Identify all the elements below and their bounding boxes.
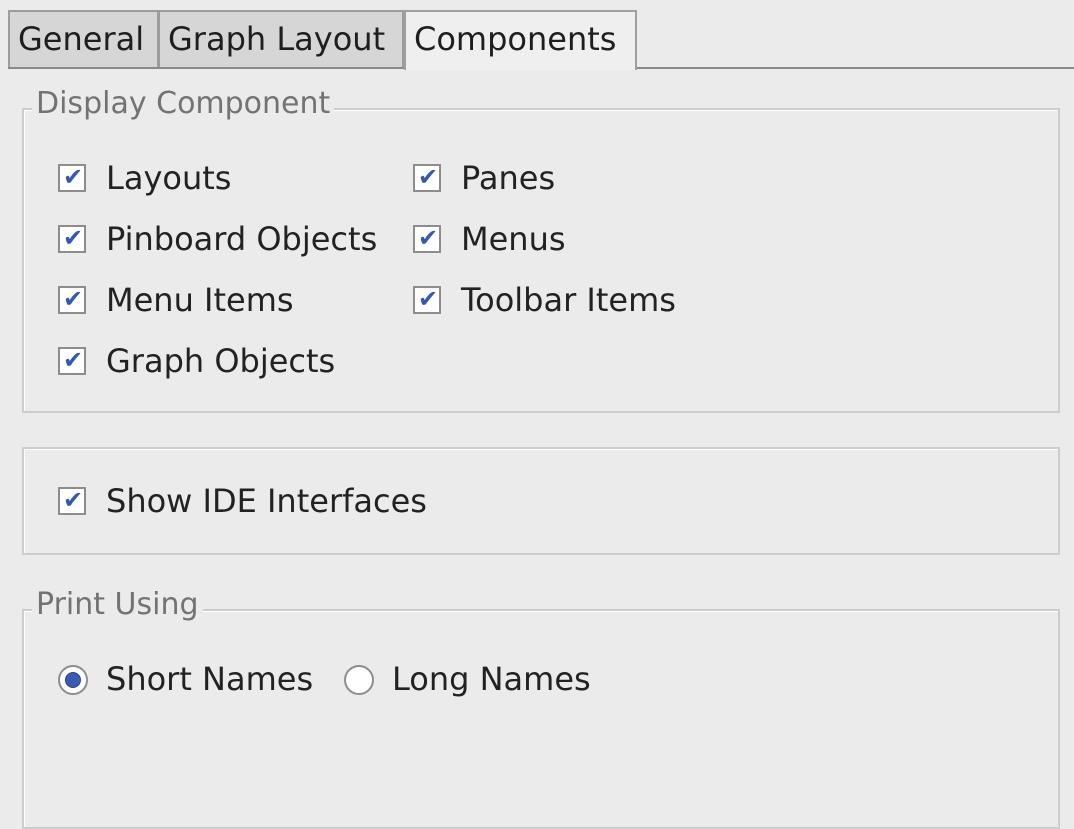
layouts-label: Layouts bbox=[106, 159, 232, 197]
display-component-title: Display Component bbox=[32, 84, 335, 124]
toolbar-items-checkbox-box[interactable]: ✔ bbox=[413, 285, 441, 314]
radio-selected-icon bbox=[66, 673, 80, 687]
show-ide-interfaces-checkbox-box[interactable]: ✔ bbox=[58, 486, 86, 515]
long-names-radio-button[interactable] bbox=[344, 665, 374, 695]
tab-graph-layout[interactable]: Graph Layout bbox=[158, 10, 404, 67]
graph-objects-checkbox-box[interactable]: ✔ bbox=[58, 346, 86, 375]
long-names-label: Long Names bbox=[392, 660, 591, 698]
pinboard-objects-checkbox-box[interactable]: ✔ bbox=[58, 224, 86, 253]
checkmark-icon: ✔ bbox=[418, 163, 439, 191]
checkmark-icon: ✔ bbox=[418, 224, 439, 252]
ide-interfaces-group: ✔ Show IDE Interfaces bbox=[22, 447, 1060, 555]
pinboard-objects-label: Pinboard Objects bbox=[106, 220, 378, 258]
panes-checkbox-box[interactable]: ✔ bbox=[413, 163, 441, 192]
layouts-checkbox-box[interactable]: ✔ bbox=[58, 163, 86, 192]
checkmark-icon: ✔ bbox=[63, 163, 84, 191]
checkmark-icon: ✔ bbox=[63, 224, 84, 252]
short-names-label: Short Names bbox=[106, 660, 314, 698]
checkmark-icon: ✔ bbox=[63, 346, 84, 374]
toolbar-items-label: Toolbar Items bbox=[461, 281, 676, 319]
tab-bar: General Graph Layout Components bbox=[0, 0, 1074, 70]
tab-general[interactable]: General bbox=[8, 10, 159, 67]
checkmark-icon: ✔ bbox=[63, 285, 84, 313]
checkmark-icon: ✔ bbox=[418, 285, 439, 313]
menu-items-label: Menu Items bbox=[106, 281, 294, 319]
panes-label: Panes bbox=[461, 159, 556, 197]
tab-components[interactable]: Components bbox=[404, 10, 637, 70]
menus-label: Menus bbox=[461, 220, 566, 258]
checkmark-icon: ✔ bbox=[63, 486, 84, 514]
print-using-title: Print Using bbox=[32, 585, 203, 625]
show-ide-interfaces-label: Show IDE Interfaces bbox=[106, 482, 427, 520]
graph-objects-label: Graph Objects bbox=[106, 342, 336, 380]
menu-items-checkbox-box[interactable]: ✔ bbox=[58, 285, 86, 314]
print-using-group: Print Using Short Names Long Names bbox=[22, 585, 1060, 829]
short-names-radio-button[interactable] bbox=[58, 665, 88, 695]
display-component-group: Display Component ✔ Layouts ✔ Panes ✔ Pi… bbox=[22, 84, 1060, 413]
menus-checkbox-box[interactable]: ✔ bbox=[413, 224, 441, 253]
